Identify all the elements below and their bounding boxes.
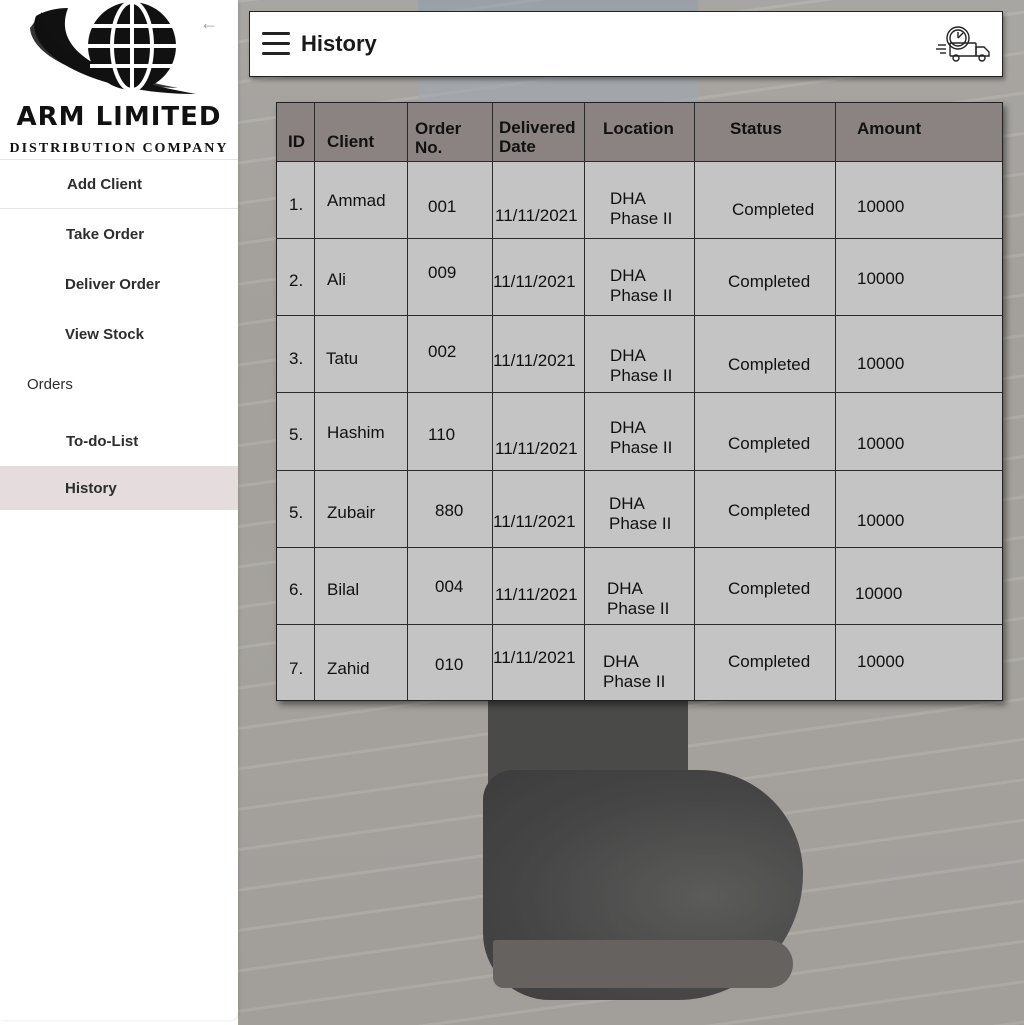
cell-location: DHA Phase II bbox=[607, 579, 670, 618]
cell-client: Hashim bbox=[327, 423, 385, 442]
cell-status: Completed bbox=[728, 652, 811, 671]
cell-date: 11/11/2021 bbox=[495, 206, 578, 225]
cell-location: DHA Phase II bbox=[609, 494, 672, 533]
cell-amount: 10000 bbox=[857, 511, 905, 530]
brand-subtitle: DISTRIBUTION COMPANY bbox=[9, 141, 229, 156]
cell-date: 11/11/2021 bbox=[493, 272, 576, 291]
cell-order-no: 010 bbox=[435, 655, 464, 674]
cell-order-no: 009 bbox=[428, 263, 457, 282]
cell-amount: 10000 bbox=[857, 434, 905, 453]
cell-status: Completed bbox=[732, 200, 815, 219]
divider bbox=[0, 208, 238, 209]
sidebar: ARM LIMITED DISTRIBUTION COMPANY ← Add C… bbox=[0, 0, 238, 1020]
cell-id: 5. bbox=[289, 503, 304, 522]
cell-amount: 10000 bbox=[857, 269, 905, 288]
cell-client: Ali bbox=[327, 270, 346, 289]
cell-order-no: 004 bbox=[435, 577, 464, 596]
sidebar-item-to-do-list[interactable]: To-do-List bbox=[0, 419, 238, 463]
cell-amount: 10000 bbox=[857, 652, 905, 671]
sidebar-item-add-client[interactable]: Add Client bbox=[0, 162, 238, 206]
cell-client: Bilal bbox=[327, 580, 360, 599]
delivery-truck-icon[interactable] bbox=[936, 25, 992, 63]
column-header-location: Location bbox=[603, 119, 674, 138]
cell-status: Completed bbox=[728, 501, 811, 520]
cell-amount: 10000 bbox=[857, 197, 905, 216]
sidebar-item-history[interactable]: History bbox=[0, 466, 238, 510]
cell-order-no: 001 bbox=[428, 197, 457, 216]
history-table: ID Client Order No. Delivered Date Locat… bbox=[276, 102, 1003, 701]
sidebar-item-take-order[interactable]: Take Order bbox=[0, 212, 238, 256]
cell-client: Ammad bbox=[327, 191, 386, 210]
brand-name: ARM LIMITED bbox=[16, 102, 222, 132]
cell-date: 11/11/2021 bbox=[495, 585, 578, 604]
cell-location: DHA Phase II bbox=[610, 189, 673, 228]
cell-status: Completed bbox=[728, 434, 811, 453]
cell-client: Zahid bbox=[327, 659, 370, 678]
cell-client: Zubair bbox=[327, 503, 376, 522]
sidebar-item-view-stock[interactable]: View Stock bbox=[0, 312, 238, 356]
cell-id: 1. bbox=[289, 195, 304, 214]
cell-amount: 10000 bbox=[855, 584, 903, 603]
cell-id: 7. bbox=[289, 659, 304, 678]
sidebar-item-deliver-order[interactable]: Deliver Order bbox=[0, 262, 238, 306]
cell-status: Completed bbox=[728, 579, 811, 598]
column-header-client: Client bbox=[327, 132, 375, 151]
cell-location: DHA Phase II bbox=[610, 418, 673, 457]
top-bar: History bbox=[249, 11, 1003, 77]
cell-id: 6. bbox=[289, 580, 304, 599]
cell-location: DHA Phase II bbox=[603, 652, 666, 691]
cell-date: 11/11/2021 bbox=[493, 512, 576, 531]
cell-date: 11/11/2021 bbox=[495, 439, 578, 458]
globe-logo-icon bbox=[28, 0, 208, 98]
arrow-left-icon[interactable]: ← bbox=[198, 12, 220, 34]
cell-id: 3. bbox=[289, 349, 304, 368]
cell-order-no: 880 bbox=[435, 501, 464, 520]
column-header-order-no: Order No. bbox=[415, 119, 462, 157]
cell-client: Tatu bbox=[326, 349, 359, 368]
sidebar-item-label: To-do-List bbox=[66, 432, 139, 450]
cell-order-no: 002 bbox=[428, 342, 457, 361]
hamburger-menu-icon[interactable] bbox=[262, 32, 292, 58]
sidebar-item-label: Deliver Order bbox=[65, 275, 161, 293]
column-header-id: ID bbox=[288, 132, 305, 151]
cell-status: Completed bbox=[728, 272, 811, 291]
sidebar-section-orders: Orders bbox=[27, 376, 73, 393]
cell-status: Completed bbox=[728, 355, 811, 374]
sidebar-item-label: History bbox=[65, 479, 117, 497]
sidebar-item-label: Add Client bbox=[67, 175, 142, 193]
cell-date: 11/11/2021 bbox=[493, 351, 576, 370]
cell-id: 2. bbox=[289, 271, 304, 290]
cell-date: 11/11/2021 bbox=[493, 648, 576, 667]
cell-amount: 10000 bbox=[857, 354, 905, 373]
page-title: History bbox=[301, 31, 377, 56]
cell-id: 5. bbox=[289, 425, 304, 444]
column-header-delivered-date: Delivered Date bbox=[499, 118, 576, 156]
column-header-amount: Amount bbox=[857, 119, 922, 138]
cell-location: DHA Phase II bbox=[610, 346, 673, 385]
divider bbox=[0, 159, 238, 160]
column-header-status: Status bbox=[730, 119, 782, 138]
sidebar-item-label: Take Order bbox=[66, 225, 145, 243]
sidebar-item-label: View Stock bbox=[65, 325, 144, 343]
cell-order-no: 110 bbox=[428, 425, 456, 444]
cell-location: DHA Phase II bbox=[610, 266, 673, 305]
